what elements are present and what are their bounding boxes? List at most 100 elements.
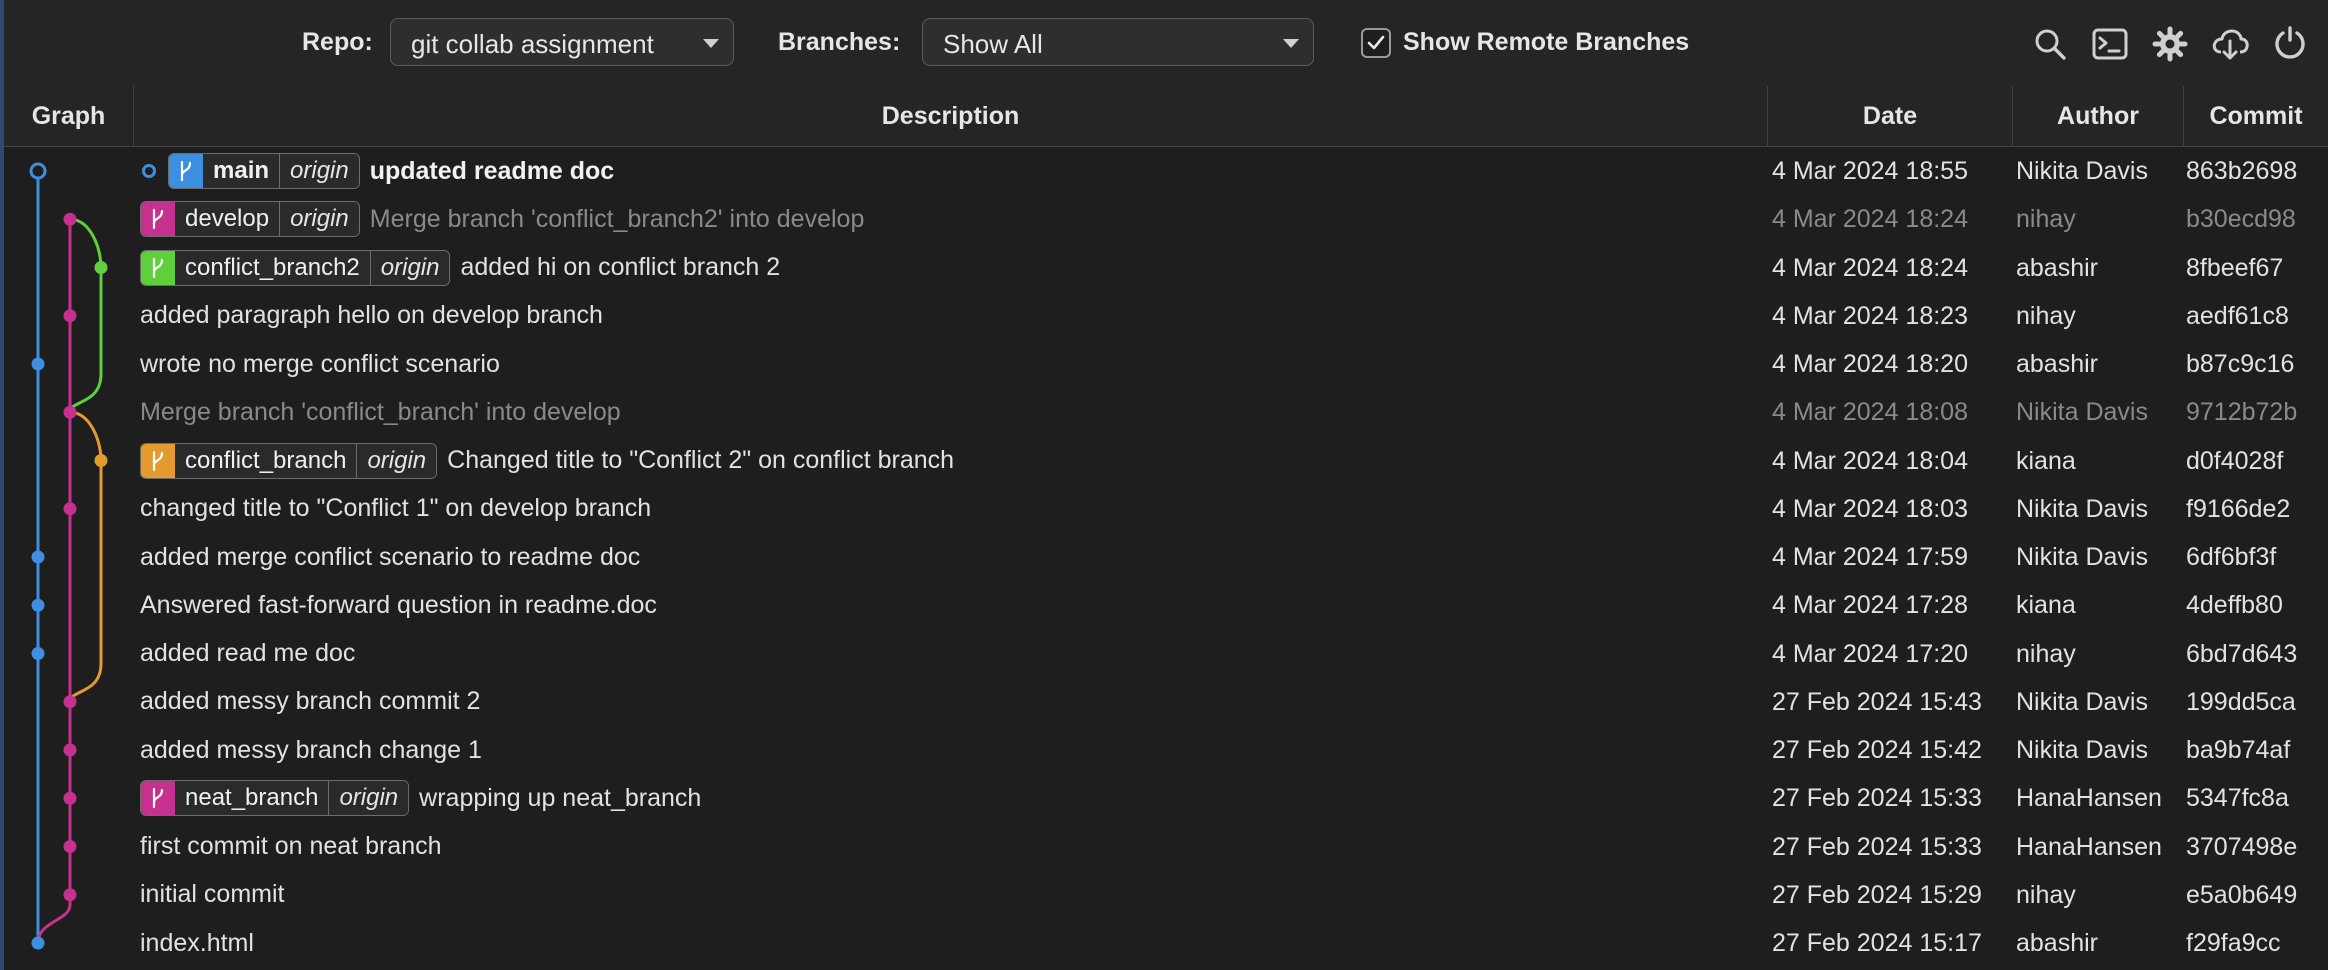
branch-label[interactable]: develop origin bbox=[140, 201, 360, 238]
checkmark-icon bbox=[1367, 35, 1385, 50]
column-header: Graph Description Date Author Commit bbox=[4, 86, 2328, 147]
branches-dropdown[interactable]: Show All bbox=[922, 18, 1314, 66]
commit-hash: 6df6bf3f bbox=[2186, 543, 2277, 571]
commit-date: 4 Mar 2024 18:20 bbox=[1772, 350, 1968, 378]
commit-row[interactable]: changed title to "Conflict 1" on develop… bbox=[0, 485, 2328, 533]
commit-description: added read me doc bbox=[140, 630, 355, 678]
commit-author: nihay bbox=[2016, 880, 2076, 909]
branch-label[interactable]: neat_branch origin bbox=[140, 780, 410, 817]
commit-hash: ba9b74af bbox=[2186, 736, 2291, 764]
commit-author: kiana bbox=[2016, 446, 2076, 475]
commit-row[interactable]: index.html 27 Feb 2024 15:17 abashir f29fa9… bbox=[0, 919, 2328, 967]
commit-author: HanaHansen bbox=[2016, 784, 2162, 813]
repo-dropdown[interactable]: git collab assignment bbox=[390, 18, 734, 66]
commit-date: 27 Feb 2024 15:43 bbox=[1772, 687, 1982, 716]
commit-hash: 6bd7d643 bbox=[2186, 639, 2298, 668]
commit-hash: 3707498e bbox=[2186, 832, 2298, 861]
commit-message: Changed title to "Conflict 2" on conflic… bbox=[447, 446, 955, 474]
commit-row[interactable]: develop origin Merge branch 'conflict_bran… bbox=[0, 195, 2328, 243]
branch-label[interactable]: conflict_branch2 origin bbox=[140, 249, 451, 286]
commit-description: Merge branch 'conflict_branch' into deve… bbox=[140, 388, 621, 436]
branch-label[interactable]: main origin bbox=[168, 153, 360, 189]
commit-date: 27 Feb 2024 15:33 bbox=[1772, 784, 1982, 813]
commit-message: added messy branch commit 2 bbox=[140, 687, 481, 716]
column-commit[interactable]: Commit bbox=[2184, 86, 2328, 146]
column-description[interactable]: Description bbox=[134, 86, 1768, 146]
cloud-download-icon[interactable] bbox=[2210, 24, 2250, 64]
commit-hash: e5a0b649 bbox=[2186, 880, 2298, 909]
commit-date: 4 Mar 2024 18:08 bbox=[1772, 398, 1968, 427]
commit-hash: b30ecd98 bbox=[2186, 205, 2296, 234]
commit-row[interactable]: wrote no merge conflict scenario 4 Mar 20… bbox=[0, 340, 2328, 388]
gear-icon[interactable] bbox=[2150, 24, 2190, 64]
commit-message: Answered fast-forward question in readme… bbox=[140, 590, 657, 619]
commit-author: Nikita Davis bbox=[2016, 157, 2148, 185]
commit-row[interactable]: first commit on neat branch 27 Feb 2024 1… bbox=[0, 823, 2328, 871]
column-author[interactable]: Author bbox=[2013, 86, 2184, 146]
commit-author: Nikita Davis bbox=[2016, 687, 2148, 716]
commit-row[interactable]: added messy branch commit 2 27 Feb 2024 1… bbox=[0, 678, 2328, 726]
commit-author: abashir bbox=[2016, 253, 2098, 282]
commit-row[interactable]: added read me doc 4 Mar 2024 17:20 nihay 6b… bbox=[0, 630, 2328, 678]
commit-message: initial commit bbox=[140, 880, 285, 909]
commit-author: nihay bbox=[2016, 301, 2076, 330]
commit-description: index.html bbox=[140, 919, 254, 967]
commit-author: abashir bbox=[2016, 929, 2098, 957]
commit-hash: d0f4028f bbox=[2186, 446, 2284, 475]
commit-row[interactable]: Answered fast-forward question in readme… bbox=[0, 581, 2328, 629]
commit-date: 27 Feb 2024 15:29 bbox=[1772, 880, 1982, 909]
commit-date: 27 Feb 2024 15:17 bbox=[1772, 929, 1982, 957]
commit-message: added hi on conflict branch 2 bbox=[460, 253, 781, 281]
commit-author: Nikita Davis bbox=[2016, 736, 2148, 764]
commit-date: 4 Mar 2024 17:20 bbox=[1772, 639, 1968, 668]
column-date[interactable]: Date bbox=[1768, 86, 2013, 146]
refresh-icon[interactable] bbox=[2270, 24, 2310, 64]
commit-description: conflict_branch2 origin added hi on confli… bbox=[140, 244, 780, 292]
commit-hash: b87c9c16 bbox=[2186, 350, 2295, 378]
commit-row[interactable]: initial commit 27 Feb 2024 15:29 nihay e5a0… bbox=[0, 871, 2328, 919]
show-remote-branches-checkbox[interactable] bbox=[1361, 28, 1391, 58]
search-icon[interactable] bbox=[2030, 24, 2070, 64]
commit-row[interactable]: added messy branch change 1 27 Feb 2024 1… bbox=[0, 726, 2328, 774]
commit-description: changed title to "Conflict 1" on develop… bbox=[140, 485, 651, 533]
commit-message: added messy branch change 1 bbox=[140, 735, 482, 764]
commit-description: Answered fast-forward question in readme… bbox=[140, 581, 657, 629]
terminal-icon[interactable] bbox=[2090, 24, 2130, 64]
commit-date: 4 Mar 2024 18:03 bbox=[1772, 494, 1968, 523]
commit-message: Merge branch 'conflict_branch2' into dev… bbox=[369, 204, 865, 233]
commit-hash: 199dd5ca bbox=[2186, 687, 2296, 716]
commit-description: added messy branch change 1 bbox=[140, 726, 482, 774]
show-remote-branches-label[interactable]: Show Remote Branches bbox=[1403, 28, 1689, 57]
commit-description: added paragraph hello on develop branch bbox=[140, 292, 603, 340]
branch-icon bbox=[141, 443, 175, 478]
commit-author: Nikita Davis bbox=[2016, 543, 2148, 571]
commit-row[interactable]: conflict_branch origin Changed title to "C… bbox=[0, 437, 2328, 485]
commit-date: 4 Mar 2024 18:04 bbox=[1772, 446, 1968, 475]
commit-author: HanaHansen bbox=[2016, 832, 2162, 861]
remote-name: origin bbox=[370, 250, 450, 285]
commit-description: main origin updated readme doc bbox=[140, 147, 614, 195]
head-indicator-icon bbox=[142, 164, 156, 178]
commit-hash: 5347fc8a bbox=[2186, 784, 2289, 813]
commit-row[interactable]: Merge branch 'conflict_branch' into deve… bbox=[0, 388, 2328, 436]
commit-author: Nikita Davis bbox=[2016, 398, 2148, 427]
branch-name: main bbox=[203, 154, 281, 188]
commit-row[interactable]: added paragraph hello on develop branch 4… bbox=[0, 292, 2328, 340]
commit-message: Merge branch 'conflict_branch' into deve… bbox=[140, 397, 621, 426]
commit-row[interactable]: neat_branch origin wrapping up neat_branch… bbox=[0, 774, 2328, 822]
commit-row[interactable]: added merge conflict scenario to readme … bbox=[0, 533, 2328, 581]
chevron-down-icon bbox=[703, 39, 719, 48]
commit-description: first commit on neat branch bbox=[140, 823, 442, 871]
commit-date: 27 Feb 2024 15:33 bbox=[1772, 832, 1982, 861]
branch-label[interactable]: conflict_branch origin bbox=[140, 442, 438, 479]
commit-author: abashir bbox=[2016, 350, 2098, 378]
commit-row[interactable]: main origin updated readme doc 4 Mar 2024 1… bbox=[0, 147, 2328, 195]
column-graph[interactable]: Graph bbox=[4, 86, 134, 146]
commit-message: wrote no merge conflict scenario bbox=[140, 349, 500, 378]
commit-message: added paragraph hello on develop branch bbox=[140, 301, 603, 330]
toolbar: Repo: git collab assignment Branches: Sh… bbox=[4, 0, 2328, 87]
commit-row[interactable]: conflict_branch2 origin added hi on confli… bbox=[0, 244, 2328, 292]
commit-date: 27 Feb 2024 15:42 bbox=[1772, 736, 1982, 764]
commit-date: 4 Mar 2024 18:23 bbox=[1772, 301, 1968, 330]
branch-icon bbox=[169, 154, 203, 188]
